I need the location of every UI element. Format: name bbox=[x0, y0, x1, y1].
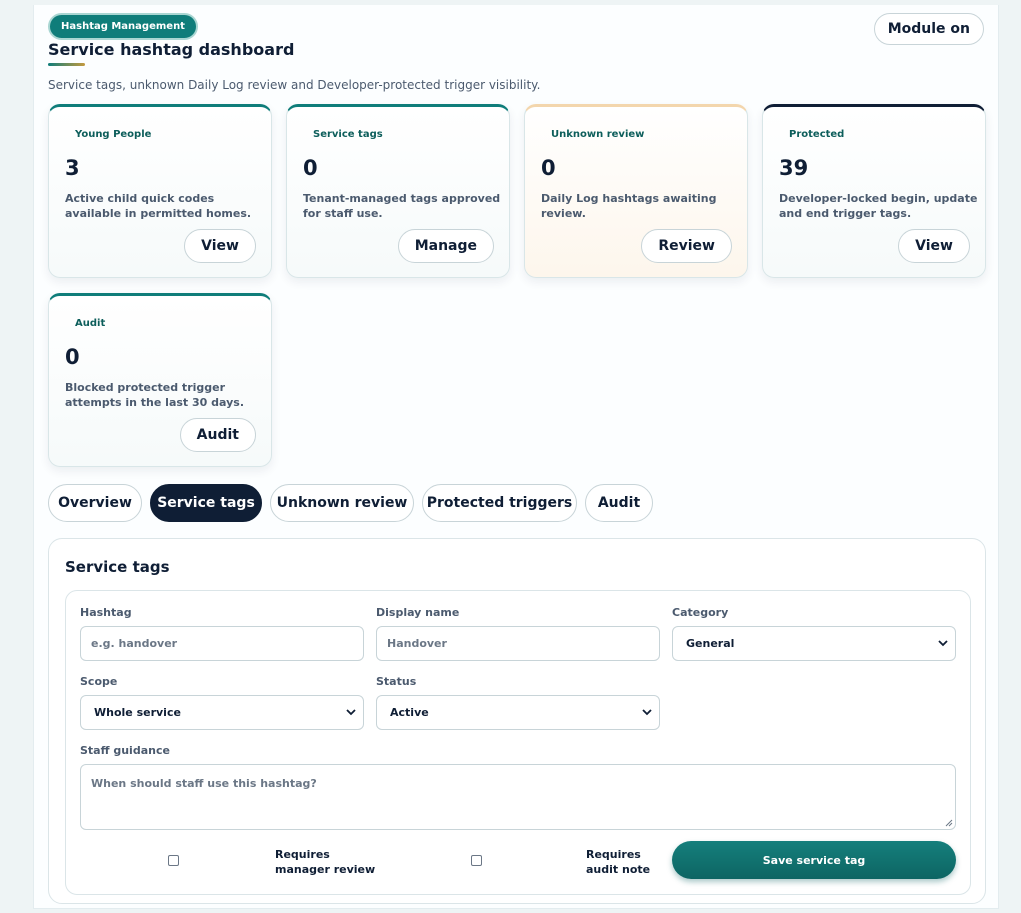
audit-button[interactable]: Audit bbox=[179, 418, 256, 452]
label-line: Requires bbox=[275, 848, 330, 861]
view-protected-button[interactable]: View bbox=[898, 229, 970, 263]
card-young-people: Young People 3 Active child quick codes … bbox=[48, 104, 272, 278]
card-value: 39 bbox=[779, 156, 809, 180]
card-value: 0 bbox=[303, 156, 318, 180]
staff-guidance-label: Staff guidance bbox=[80, 744, 170, 757]
staff-guidance-placeholder: When should staff use this hashtag? bbox=[91, 777, 317, 790]
tab-protected-triggers[interactable]: Protected triggers bbox=[422, 484, 577, 522]
card-description: Daily Log hashtags awaiting review. bbox=[541, 192, 717, 220]
title-underline bbox=[48, 63, 85, 66]
panel-title: Service tags bbox=[65, 558, 170, 576]
category-select[interactable]: General bbox=[672, 626, 956, 661]
label-line: manager review bbox=[275, 863, 376, 876]
card-value: 3 bbox=[65, 156, 80, 180]
card-description: Active child quick codes available in pe… bbox=[65, 192, 252, 220]
chevron-down-icon bbox=[938, 640, 948, 647]
scope-label: Scope bbox=[80, 675, 118, 688]
resize-handle-icon[interactable] bbox=[945, 819, 953, 827]
card-label: Young People bbox=[75, 129, 152, 140]
tab-overview[interactable]: Overview bbox=[48, 484, 142, 522]
card-value: 0 bbox=[541, 156, 556, 180]
card-description: Tenant-managed tags approved for staff u… bbox=[303, 192, 501, 220]
chevron-down-icon bbox=[346, 709, 356, 716]
card-unknown-review: Unknown review 0 Daily Log hashtags awai… bbox=[524, 104, 748, 278]
main-page: Hashtag Management Service hashtag dashb… bbox=[33, 5, 999, 909]
review-unknown-button[interactable]: Review bbox=[641, 229, 732, 263]
page-subtitle: Service tags, unknown Daily Log review a… bbox=[48, 78, 541, 92]
requires-manager-review-checkbox[interactable] bbox=[168, 855, 179, 866]
card-label: Audit bbox=[75, 318, 106, 329]
requires-manager-review-label: Requires manager review bbox=[275, 847, 375, 877]
label-line: audit note bbox=[586, 863, 651, 876]
hashtag-input[interactable] bbox=[80, 626, 364, 661]
tab-unknown-review[interactable]: Unknown review bbox=[270, 484, 414, 522]
tab-service-tags[interactable]: Service tags bbox=[150, 484, 262, 522]
card-protected: Protected 39 Developer-locked begin, upd… bbox=[762, 104, 986, 278]
service-tag-form: Hashtag Display name Category General Sc… bbox=[65, 590, 971, 895]
card-description: Developer-locked begin, update and end t… bbox=[779, 192, 978, 220]
module-badge: Hashtag Management bbox=[48, 13, 198, 40]
service-tags-panel: Service tags Hashtag Display name Catego… bbox=[48, 538, 986, 904]
status-label: Status bbox=[376, 675, 417, 688]
tab-audit[interactable]: Audit bbox=[585, 484, 653, 522]
scope-value: Whole service bbox=[94, 706, 181, 719]
card-label: Service tags bbox=[313, 129, 383, 140]
chevron-down-icon bbox=[642, 709, 652, 716]
status-value: Active bbox=[390, 706, 429, 719]
card-label: Protected bbox=[789, 129, 845, 140]
module-toggle-button[interactable]: Module on bbox=[873, 13, 984, 45]
manage-service-tags-button[interactable]: Manage bbox=[397, 229, 494, 263]
label-line: Requires bbox=[586, 848, 641, 861]
category-label: Category bbox=[672, 606, 729, 619]
view-young-people-button[interactable]: View bbox=[184, 229, 256, 263]
card-service-tags: Service tags 0 Tenant-managed tags appro… bbox=[286, 104, 510, 278]
status-select[interactable]: Active bbox=[376, 695, 660, 730]
staff-guidance-textarea[interactable]: When should staff use this hashtag? bbox=[80, 764, 956, 830]
requires-audit-note-label: Requires audit note bbox=[586, 847, 650, 877]
card-audit: Audit 0 Blocked protected trigger attemp… bbox=[48, 293, 272, 467]
card-value: 0 bbox=[65, 345, 80, 369]
requires-audit-note-checkbox[interactable] bbox=[471, 855, 482, 866]
card-label: Unknown review bbox=[551, 129, 645, 140]
save-service-tag-button[interactable]: Save service tag bbox=[672, 841, 956, 879]
category-value: General bbox=[686, 637, 735, 650]
display-name-input[interactable] bbox=[376, 626, 660, 661]
card-description: Blocked protected trigger attempts in th… bbox=[65, 381, 245, 409]
page-title: Service hashtag dashboard bbox=[48, 40, 295, 59]
display-name-label: Display name bbox=[376, 606, 460, 619]
scope-select[interactable]: Whole service bbox=[80, 695, 364, 730]
hashtag-label: Hashtag bbox=[80, 606, 132, 619]
